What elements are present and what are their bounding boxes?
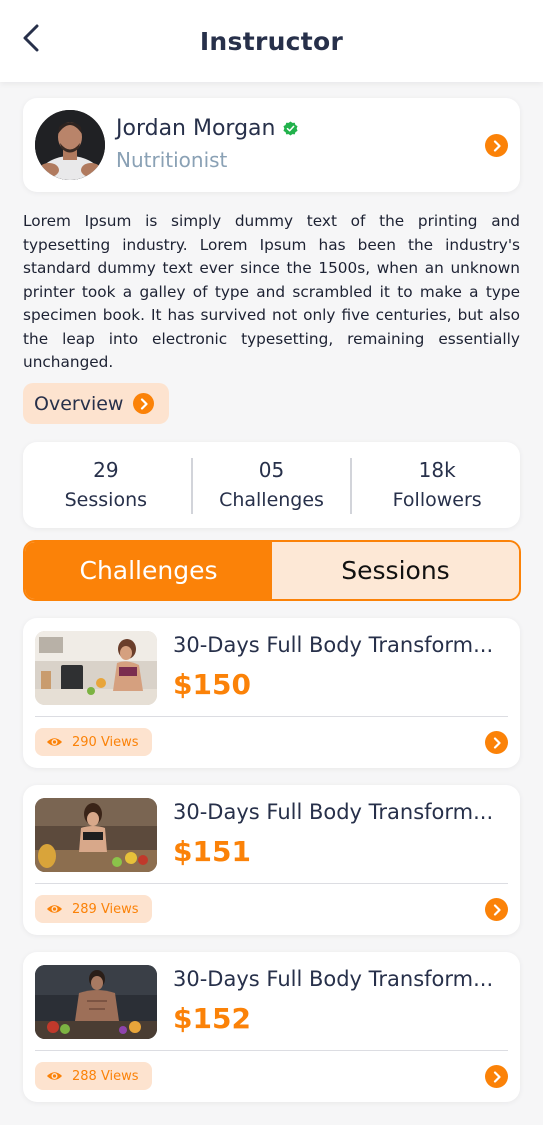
avatar (35, 110, 105, 180)
instructor-profile-card[interactable]: Jordan Morgan Nutritionist (23, 98, 520, 192)
stat-label: Challenges (219, 489, 324, 511)
eye-icon (46, 905, 63, 913)
challenge-arrow-button[interactable] (485, 731, 508, 754)
chevron-right-icon (493, 736, 501, 749)
challenge-price: $150 (173, 668, 251, 701)
profile-arrow-button[interactable] (485, 134, 508, 157)
stats-card: 29 Sessions 05 Challenges 18k Followers (23, 442, 520, 528)
tab-sessions[interactable]: Sessions (272, 542, 519, 599)
overview-button[interactable]: Overview (23, 383, 169, 424)
views-count: 290 Views (72, 734, 139, 750)
chevron-right-icon (493, 1070, 501, 1083)
stat-value: 18k (418, 458, 456, 482)
tab-challenges[interactable]: Challenges (25, 542, 272, 599)
chevron-left-icon (23, 24, 39, 52)
challenge-card[interactable]: 30-Days Full Body Transform... $152 288 … (23, 952, 520, 1102)
divider (35, 883, 508, 884)
instructor-bio: Lorem Ipsum is simply dummy text of the … (23, 212, 520, 371)
challenge-title: 30-Days Full Body Transform... (173, 967, 494, 991)
stat-divider (350, 458, 352, 514)
chevron-right-icon (140, 397, 148, 410)
stat-value: 05 (258, 458, 285, 482)
chevron-right-icon (493, 903, 501, 916)
views-badge: 288 Views (35, 1062, 152, 1090)
views-badge: 290 Views (35, 728, 152, 756)
stat-sessions: 29 Sessions (23, 442, 189, 528)
app-header: Instructor (0, 0, 543, 82)
chevron-right-icon (493, 139, 501, 152)
challenge-title: 30-Days Full Body Transform... (173, 800, 494, 824)
eye-icon (46, 738, 63, 746)
challenge-thumbnail (35, 631, 157, 705)
challenge-title: 30-Days Full Body Transform... (173, 633, 494, 657)
views-count: 289 Views (72, 901, 139, 917)
stat-divider (191, 458, 193, 514)
views-count: 288 Views (72, 1068, 139, 1084)
challenge-card[interactable]: 30-Days Full Body Transform... $150 290 … (23, 618, 520, 768)
instructor-role: Nutritionist (116, 148, 228, 172)
challenge-thumbnail (35, 798, 157, 872)
challenge-price: $151 (173, 835, 251, 868)
page-title: Instructor (199, 26, 344, 56)
stat-value: 29 (93, 458, 119, 482)
stat-label: Sessions (64, 489, 148, 511)
overview-label: Overview (34, 392, 124, 415)
divider (35, 716, 508, 717)
overview-arrow (133, 393, 155, 414)
views-badge: 289 Views (35, 895, 152, 923)
back-button[interactable] (14, 20, 48, 56)
verified-badge-icon (283, 121, 299, 136)
divider (35, 1050, 508, 1051)
challenge-price: $152 (173, 1002, 251, 1035)
challenge-thumbnail (35, 965, 157, 1039)
challenge-arrow-button[interactable] (485, 1065, 508, 1088)
challenge-arrow-button[interactable] (485, 898, 508, 921)
stat-followers: 18k Followers (354, 442, 520, 528)
stat-label: Followers (392, 489, 482, 511)
eye-icon (46, 1072, 63, 1080)
instructor-name-text: Jordan Morgan (116, 116, 276, 141)
stat-challenges: 05 Challenges (189, 442, 355, 528)
content-tabs: Challenges Sessions (23, 540, 521, 601)
instructor-name: Jordan Morgan (116, 116, 299, 141)
challenge-card[interactable]: 30-Days Full Body Transform... $151 289 … (23, 785, 520, 935)
